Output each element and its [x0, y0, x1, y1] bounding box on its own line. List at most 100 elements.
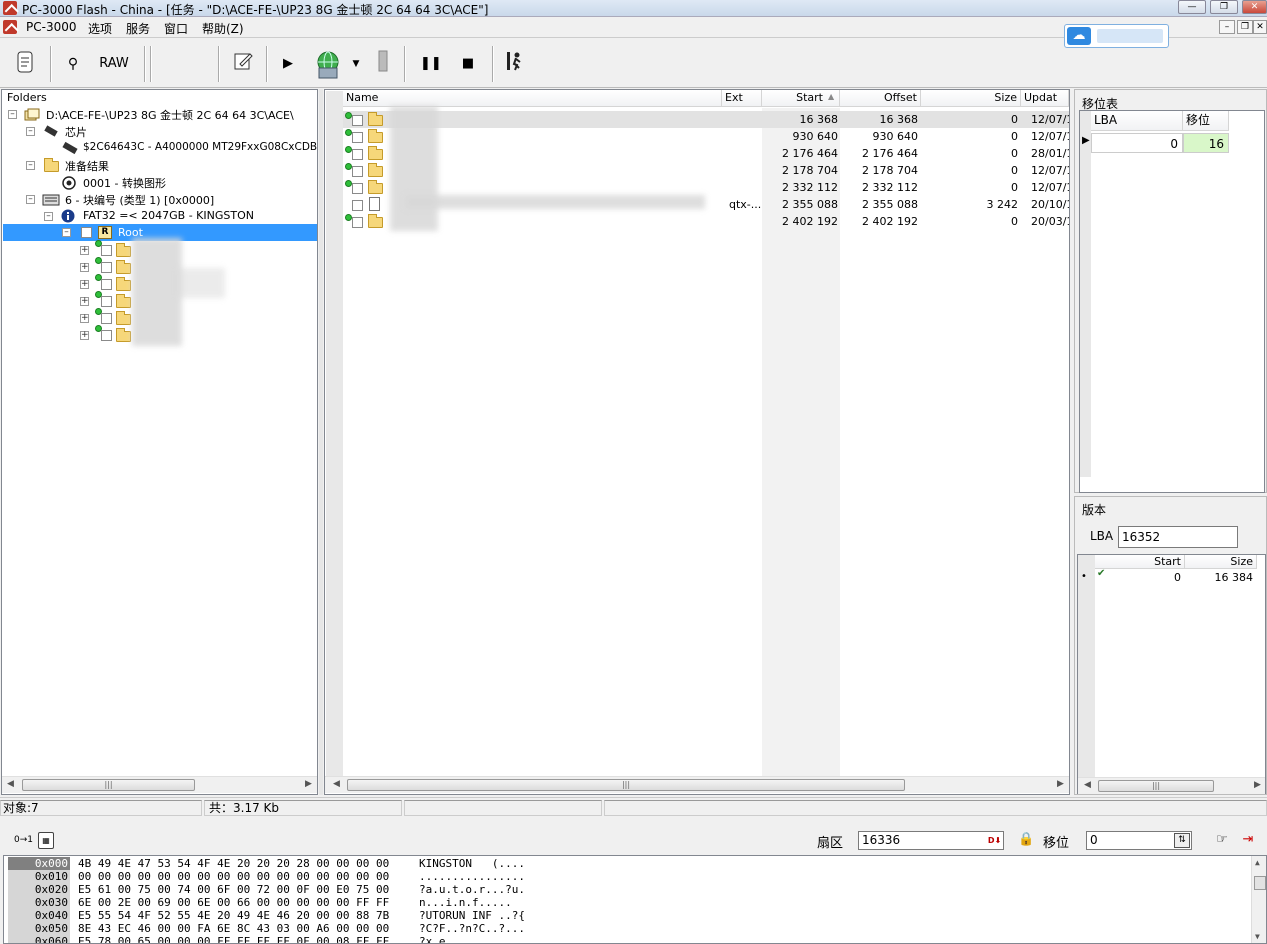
- hex-ascii[interactable]: ?a.u.t.o.r...?u.: [419, 883, 525, 896]
- tree-checkbox[interactable]: [81, 227, 92, 238]
- hex-ascii[interactable]: ?C?F..?n?C..?...: [419, 922, 525, 935]
- version-size-cell[interactable]: 16 384: [1185, 569, 1257, 586]
- play-icon[interactable]: ▶: [278, 50, 298, 78]
- files-hscrollbar[interactable]: ◀ ||| ▶: [325, 776, 1069, 793]
- scroll-icon[interactable]: [10, 50, 40, 78]
- minimize-button[interactable]: —: [1178, 0, 1206, 14]
- scroll-thumb[interactable]: |||: [347, 779, 905, 791]
- hex-ascii[interactable]: ?x.e.... ....: [419, 935, 525, 943]
- hand-icon[interactable]: ☞: [1212, 832, 1232, 850]
- tree-expander[interactable]: +: [80, 331, 89, 340]
- pause-icon[interactable]: ❚❚: [420, 50, 442, 78]
- col-start[interactable]: Start: [1095, 555, 1185, 569]
- col-shift[interactable]: 移位: [1183, 111, 1229, 131]
- hex-row[interactable]: 0x060 E5 78 00 65 00 00 00 FF FF FF FF 0F…: [4, 935, 1244, 943]
- scroll-thumb[interactable]: |||: [1098, 780, 1214, 792]
- folders-hscrollbar[interactable]: ◀ ||| ▶: [2, 776, 317, 793]
- scroll-thumb[interactable]: |||: [22, 779, 195, 791]
- sector-go-icon[interactable]: D⬇: [987, 833, 1002, 848]
- tree-expander[interactable]: –: [44, 212, 53, 221]
- file-checkbox[interactable]: [352, 200, 363, 211]
- hex-row[interactable]: 0x000 4B 49 4E 47 53 54 4F 4E 20 20 20 28…: [4, 857, 1244, 870]
- translation-shift-cell[interactable]: 16: [1183, 133, 1229, 153]
- tree-expander[interactable]: –: [26, 161, 35, 170]
- tree-expander[interactable]: +: [80, 263, 89, 272]
- hex-bytes[interactable]: E5 78 00 65 00 00 00 FF FF FF FF 0F 00 0…: [78, 935, 389, 943]
- menu-pc3000[interactable]: PC-3000: [26, 20, 76, 34]
- hex-row[interactable]: 0x020 E5 61 00 75 00 74 00 6F 00 72 00 0F…: [4, 883, 1244, 896]
- versions-hscrollbar[interactable]: ◀ ||| ▶: [1078, 777, 1265, 794]
- hex-row[interactable]: 0x050 8E 43 EC 46 00 00 FA 6E 8C 43 03 00…: [4, 922, 1244, 935]
- stop-icon[interactable]: ■: [458, 50, 478, 78]
- hex-row[interactable]: 0x030 6E 00 2E 00 69 00 6E 00 66 00 00 00…: [4, 896, 1244, 909]
- calculator-icon[interactable]: ▦: [38, 832, 54, 849]
- menu-options[interactable]: 选项: [88, 20, 112, 37]
- mdi-minimize-button[interactable]: –: [1219, 20, 1235, 34]
- goto-offset-button[interactable]: 0→1: [14, 835, 33, 845]
- scroll-thumb[interactable]: [1254, 876, 1266, 890]
- binoculars-icon[interactable]: ⚲: [62, 50, 84, 78]
- hex-bytes[interactable]: 6E 00 2E 00 69 00 6E 00 66 00 00 00 00 0…: [78, 896, 389, 909]
- col-lba[interactable]: LBA: [1091, 111, 1183, 131]
- tree-item-chip[interactable]: 芯片: [65, 124, 87, 140]
- tree-item-task[interactable]: D:\ACE-FE-\UP23 8G 金士顿 2C 64 64 3C\ACE\: [46, 107, 294, 123]
- close-button[interactable]: ✕: [1242, 0, 1267, 14]
- lock-icon[interactable]: 🔒: [1018, 832, 1034, 847]
- col-size[interactable]: Size: [1185, 555, 1257, 569]
- tree-expander[interactable]: +: [80, 314, 89, 323]
- tree-checkbox[interactable]: [101, 245, 112, 256]
- hex-ascii[interactable]: KINGSTON (....: [419, 857, 525, 870]
- hex-bytes[interactable]: 00 00 00 00 00 00 00 00 00 00 00 00 00 0…: [78, 870, 389, 883]
- sector-input[interactable]: 16336: [858, 831, 1004, 850]
- tree-item-transform[interactable]: 0001 - 转换图形: [83, 175, 166, 191]
- file-checkbox[interactable]: [352, 132, 363, 143]
- scroll-right-icon[interactable]: ▶: [305, 779, 312, 789]
- version-start-cell[interactable]: 0: [1095, 569, 1185, 586]
- translation-lba-cell[interactable]: 0: [1091, 133, 1183, 153]
- tree-expander[interactable]: –: [8, 110, 17, 119]
- tree-checkbox[interactable]: [101, 279, 112, 290]
- mdi-close-button[interactable]: ✕: [1253, 20, 1267, 34]
- scroll-down-icon[interactable]: ▼: [1255, 932, 1260, 941]
- hex-row[interactable]: 0x010 00 00 00 00 00 00 00 00 00 00 00 00…: [4, 870, 1244, 883]
- scroll-left-icon[interactable]: ◀: [333, 779, 340, 789]
- mdi-app-icon[interactable]: [3, 20, 17, 34]
- file-checkbox[interactable]: [352, 183, 363, 194]
- chip-icon[interactable]: [374, 50, 392, 78]
- cloud-widget[interactable]: ☁: [1064, 24, 1169, 48]
- tree-expander[interactable]: +: [80, 246, 89, 255]
- restore-button[interactable]: ❐: [1210, 0, 1238, 14]
- col-name[interactable]: Name: [343, 90, 722, 107]
- col-size[interactable]: Size: [921, 90, 1021, 107]
- file-checkbox[interactable]: [352, 115, 363, 126]
- col-updated[interactable]: Updat: [1021, 90, 1069, 107]
- hex-ascii[interactable]: n...i.n.f.....: [419, 896, 525, 909]
- scroll-left-icon[interactable]: ◀: [1084, 780, 1091, 790]
- tree-expander[interactable]: +: [80, 280, 89, 289]
- file-checkbox[interactable]: [352, 166, 363, 177]
- hex-row[interactable]: 0x040 E5 55 54 4F 52 55 4E 20 49 4E 46 20…: [4, 909, 1244, 922]
- tree-item-prepared-results[interactable]: 准备结果: [65, 158, 109, 174]
- col-offset[interactable]: Offset: [840, 90, 921, 107]
- chevron-down-icon[interactable]: ▼: [350, 50, 362, 78]
- scroll-left-icon[interactable]: ◀: [7, 779, 14, 789]
- tree-item-block-number[interactable]: 6 - 块编号 (类型 1) [0x0000]: [65, 192, 214, 208]
- tree-expander[interactable]: +: [80, 297, 89, 306]
- scroll-right-icon[interactable]: ▶: [1254, 780, 1261, 790]
- exit-icon[interactable]: [504, 50, 526, 78]
- hex-bytes[interactable]: 8E 43 EC 46 00 00 FA 6E 8C 43 03 00 A6 0…: [78, 922, 389, 935]
- network-globe-icon[interactable]: [308, 50, 348, 79]
- scroll-up-icon[interactable]: ▲: [1255, 858, 1260, 867]
- tree-expander[interactable]: –: [26, 195, 35, 204]
- file-checkbox[interactable]: [352, 217, 363, 228]
- tree-checkbox[interactable]: [101, 313, 112, 324]
- tree-expander[interactable]: –: [26, 127, 35, 136]
- col-ext[interactable]: Ext: [722, 90, 762, 107]
- edit-icon[interactable]: [230, 50, 256, 78]
- menu-help[interactable]: 帮助(Z): [202, 20, 244, 37]
- tree-checkbox[interactable]: [101, 262, 112, 273]
- tree-checkbox[interactable]: [101, 296, 112, 307]
- splitter[interactable]: [319, 89, 323, 795]
- hex-vscrollbar[interactable]: ▲ ▼: [1251, 856, 1266, 943]
- tree-checkbox[interactable]: [101, 330, 112, 341]
